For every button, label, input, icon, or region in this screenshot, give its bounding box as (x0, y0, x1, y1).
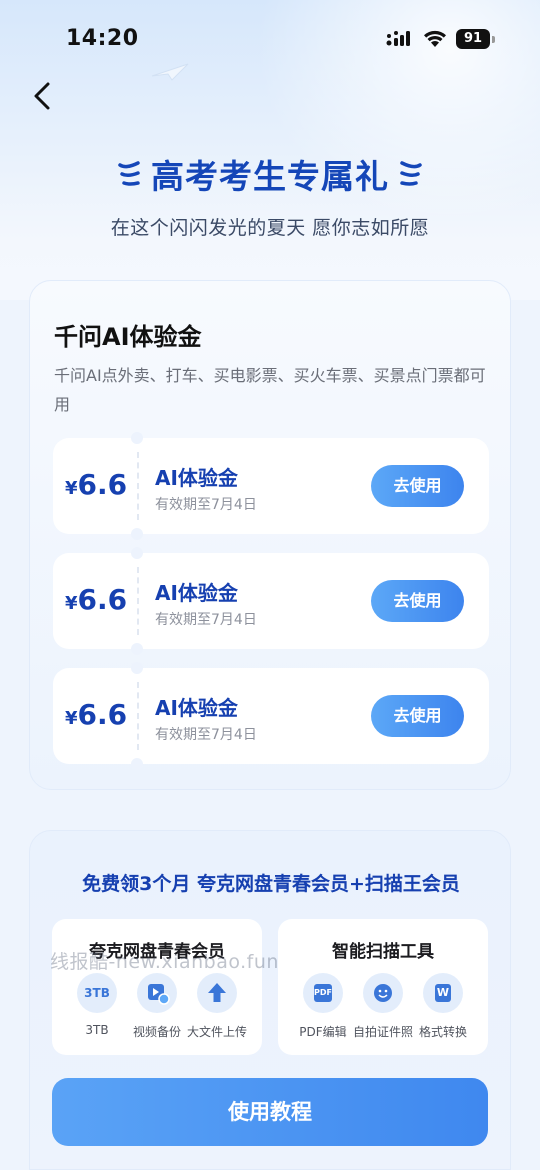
feature-label: 格式转换 (418, 1025, 467, 1039)
status-time: 14:20 (66, 26, 139, 51)
use-coupon-button[interactable]: 去使用 (371, 465, 464, 507)
voucher-card-title: 千问AI体验金 (54, 323, 202, 351)
coupon-notch (131, 432, 143, 444)
video-backup-glyph (148, 984, 170, 1005)
pdf-icon-text: PDF (314, 988, 332, 997)
coupon-title: AI体验金 (155, 581, 238, 605)
right-sparkle-deco-icon (400, 161, 422, 186)
watermark-text: 线报酷-new.xianbao.fun (50, 951, 279, 973)
ai-voucher-card: 千问AI体验金 千问AI点外卖、打车、买电影票、买火车票、买景点门票都可用 ¥6… (29, 280, 511, 790)
currency-symbol: ¥ (65, 593, 78, 614)
feature-label: 大文件上传 (186, 1025, 247, 1039)
coupon-item: ¥6.6 AI体验金 有效期至7月4日 去使用 (53, 547, 489, 655)
id-photo-icon (363, 973, 403, 1013)
membership-card-title: 免费领3个月 夸克网盘青春会员+扫描王会员 (82, 873, 460, 895)
coupon-amount: ¥6.6 (65, 583, 135, 616)
amount-value: 6.6 (77, 583, 128, 616)
coupon-notch (131, 758, 143, 770)
cellular-signal-icon (386, 31, 410, 46)
upload-icon (197, 973, 237, 1013)
left-sparkle-deco-icon (118, 161, 140, 186)
coupon-notch (131, 643, 143, 655)
id-photo-glyph (374, 984, 392, 1002)
use-coupon-button[interactable]: 去使用 (371, 580, 464, 622)
wifi-icon (424, 30, 446, 47)
coupon-divider (137, 452, 139, 520)
hero-subtitle: 在这个闪闪发光的夏天 愿你志如所愿 (110, 217, 430, 239)
status-bar: 14:20 91 (0, 0, 540, 80)
coupon-title: AI体验金 (155, 466, 238, 490)
currency-symbol: ¥ (65, 478, 78, 499)
cloud-drive-membership-box: 夸克网盘青春会员 3TB 3TB 视频备份 大文件上传 (52, 919, 262, 1055)
coupon-item: ¥6.6 AI体验金 有效期至7月4日 去使用 (53, 432, 489, 540)
back-arrow-icon[interactable] (28, 80, 56, 112)
feature-large-upload: 大文件上传 (182, 973, 252, 1040)
coupon-validity: 有效期至7月4日 (155, 727, 257, 743)
amount-value: 6.6 (77, 698, 128, 731)
word-convert-icon: W (423, 973, 463, 1013)
coupon-notch (131, 528, 143, 540)
amount-value: 6.6 (77, 468, 128, 501)
coupon-amount: ¥6.6 (65, 698, 135, 731)
coupon-validity: 有效期至7月4日 (155, 497, 257, 513)
pdf-edit-icon: PDF (303, 973, 343, 1013)
currency-symbol: ¥ (65, 708, 78, 729)
scanner-tools-box: 智能扫描工具 PDF PDF编辑 自拍证件照 W 格式转换 (278, 919, 488, 1055)
hero-title-row: 高考考生专属礼 (0, 150, 540, 200)
storage-3tb-icon-text: 3TB (84, 986, 110, 1000)
use-coupon-button[interactable]: 去使用 (371, 695, 464, 737)
coupon-amount: ¥6.6 (65, 468, 135, 501)
battery-indicator: 91 (456, 29, 496, 49)
upload-glyph (208, 983, 226, 1002)
battery-nub (492, 36, 495, 43)
coupon-title: AI体验金 (155, 696, 238, 720)
storage-3tb-icon: 3TB (77, 973, 117, 1013)
coupon-notch (131, 547, 143, 559)
voucher-card-description: 千问AI点外卖、打车、买电影票、买火车票、买景点门票都可用 (54, 366, 486, 414)
battery-level: 91 (456, 29, 490, 49)
video-backup-icon (137, 973, 177, 1013)
tutorial-button[interactable]: 使用教程 (52, 1078, 488, 1146)
coupon-validity: 有效期至7月4日 (155, 612, 257, 628)
feature-format-convert: W 格式转换 (408, 973, 478, 1040)
scanner-box-title: 智能扫描工具 (332, 942, 434, 962)
coupon-notch (131, 662, 143, 674)
coupon-divider (137, 682, 139, 750)
word-icon-text: W (436, 986, 450, 999)
coupon-divider (137, 567, 139, 635)
coupon-item: ¥6.6 AI体验金 有效期至7月4日 去使用 (53, 662, 489, 770)
hero-title: 高考考生专属礼 (151, 157, 389, 196)
